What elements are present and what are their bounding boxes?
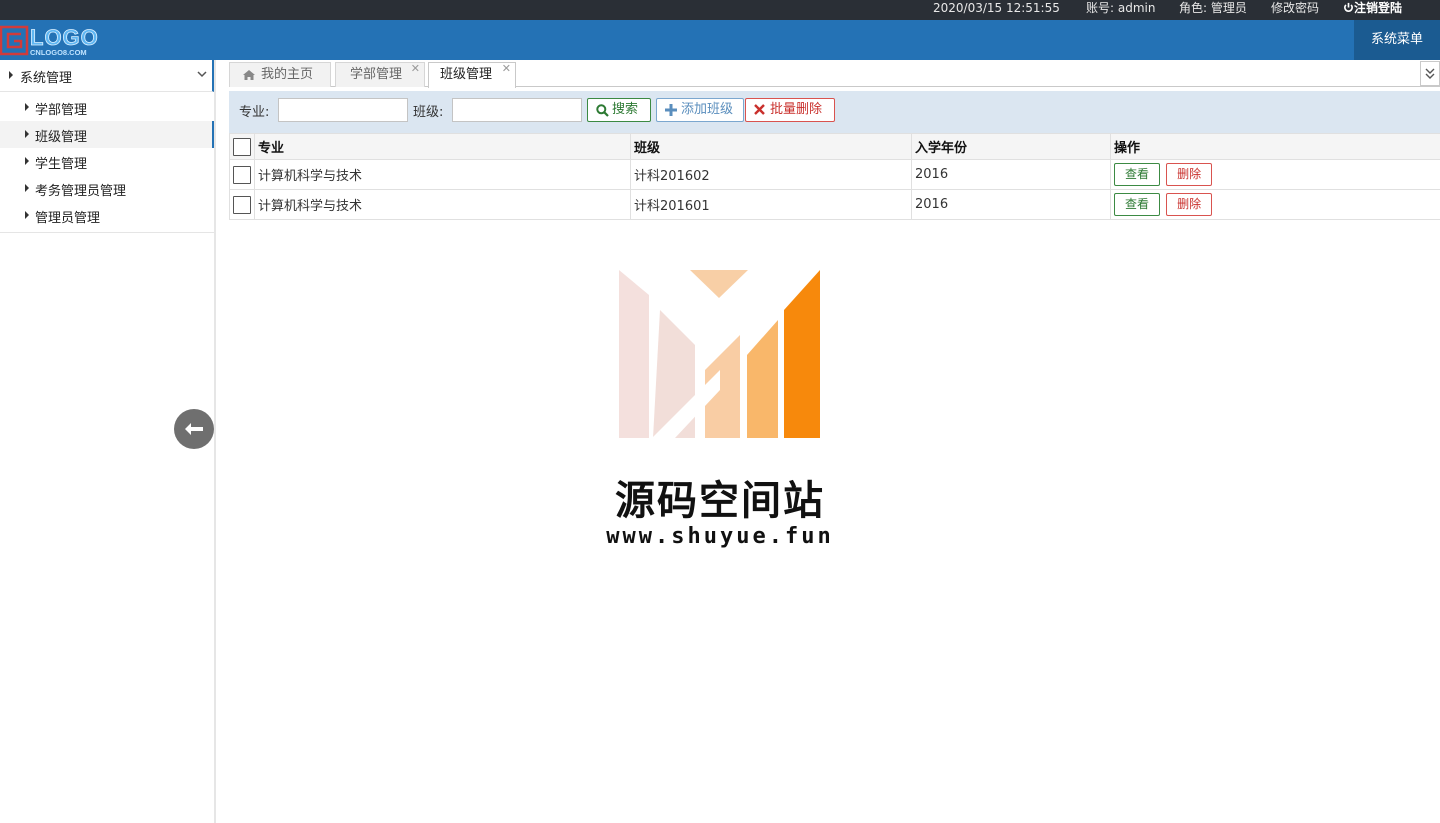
power-icon bbox=[1344, 2, 1353, 12]
times-icon bbox=[754, 104, 765, 115]
cell-actions: 查看 删除 bbox=[1110, 159, 1440, 190]
table-row: 计算机科学与技术 计科201602 2016 查看 删除 bbox=[229, 159, 1440, 190]
search-toolbar: 专业: 班级: 搜索 添加班级 批量删除 bbox=[229, 91, 1440, 133]
cell-class: 计科201601 bbox=[630, 189, 912, 220]
sidebar-item-label: 班级管理 bbox=[35, 130, 88, 145]
sidebar-item-exam-admin[interactable]: 考务管理员管理 bbox=[0, 175, 214, 202]
arrow-left-icon bbox=[185, 423, 203, 435]
sidebar-item-label: 学生管理 bbox=[35, 157, 88, 172]
view-button[interactable]: 查看 bbox=[1114, 163, 1160, 186]
major-label: 专业: bbox=[239, 105, 270, 120]
tab-department[interactable]: 学部管理 ✕ bbox=[335, 62, 425, 87]
select-all-cell bbox=[229, 133, 255, 160]
logo-subtext: CNLOGO8.COM bbox=[30, 48, 87, 57]
close-icon[interactable]: ✕ bbox=[411, 57, 420, 81]
caret-right-icon bbox=[25, 130, 29, 138]
batch-delete-button-label: 批量删除 bbox=[770, 102, 823, 117]
cell-class: 计科201602 bbox=[630, 159, 912, 190]
cell-year: 2016 bbox=[911, 189, 1111, 220]
logout-label: 注销登陆 bbox=[1354, 1, 1403, 15]
home-icon bbox=[243, 70, 255, 80]
sidebar-group-label: 系统管理 bbox=[20, 71, 73, 86]
sidebar-item-label: 管理员管理 bbox=[35, 211, 101, 226]
batch-delete-button[interactable]: 批量删除 bbox=[745, 98, 835, 122]
class-input[interactable] bbox=[452, 98, 582, 122]
tab-label: 班级管理 bbox=[440, 67, 493, 82]
search-button[interactable]: 搜索 bbox=[587, 98, 651, 122]
search-icon bbox=[596, 104, 609, 117]
sidebar-collapse-button[interactable] bbox=[174, 409, 214, 449]
sidebar-group-system[interactable]: 系统管理 bbox=[0, 60, 214, 92]
cell-actions: 查看 删除 bbox=[1110, 189, 1440, 220]
brand-logo: LOGO CNLOGO8.COM bbox=[0, 25, 99, 57]
system-menu-button[interactable]: 系统菜单 bbox=[1354, 20, 1440, 60]
close-icon[interactable]: ✕ bbox=[502, 57, 511, 81]
caret-right-icon bbox=[25, 157, 29, 165]
tab-scroll-button[interactable] bbox=[1420, 61, 1440, 86]
delete-button[interactable]: 删除 bbox=[1166, 163, 1213, 186]
tab-home[interactable]: 我的主页 bbox=[229, 62, 331, 87]
logout-link[interactable]: 注销登陆 bbox=[1343, 0, 1402, 16]
caret-right-icon bbox=[25, 184, 29, 192]
sidebar-item-label: 学部管理 bbox=[35, 103, 88, 118]
sidebar-item-student[interactable]: 学生管理 bbox=[0, 148, 214, 175]
column-header-year[interactable]: 入学年份 bbox=[911, 133, 1111, 160]
column-header-class[interactable]: 班级 bbox=[630, 133, 912, 160]
current-datetime: 2020/03/15 12:51:55 bbox=[933, 1, 1060, 15]
role-info: 角色: 管理员 bbox=[1179, 1, 1247, 15]
top-info-bar: 2020/03/15 12:51:55 账号: admin 角色: 管理员 修改… bbox=[0, 0, 1440, 20]
watermark-url: www.shuyue.fun bbox=[606, 524, 834, 549]
sidebar-item-admin[interactable]: 管理员管理 bbox=[0, 202, 214, 229]
class-table: 专业 班级 入学年份 操作 计算机科学与技术 计科201602 2016 查看 … bbox=[229, 133, 1440, 220]
delete-button[interactable]: 删除 bbox=[1166, 193, 1213, 216]
caret-right-icon bbox=[25, 103, 29, 111]
plus-icon bbox=[665, 104, 677, 116]
logo-text: LOGO bbox=[30, 25, 99, 50]
cell-major: 计算机科学与技术 bbox=[254, 189, 631, 220]
column-header-actions: 操作 bbox=[1110, 133, 1440, 160]
row-checkbox[interactable] bbox=[233, 165, 251, 184]
table-row: 计算机科学与技术 计科201601 2016 查看 删除 bbox=[229, 189, 1440, 220]
double-chevron-down-icon bbox=[1425, 68, 1435, 79]
caret-right-icon bbox=[9, 71, 13, 79]
sidebar-item-class[interactable]: 班级管理 bbox=[0, 121, 214, 148]
select-all-checkbox[interactable] bbox=[233, 137, 251, 156]
change-password-link[interactable]: 修改密码 bbox=[1271, 0, 1319, 16]
add-class-button[interactable]: 添加班级 bbox=[656, 98, 744, 122]
view-button[interactable]: 查看 bbox=[1114, 193, 1160, 216]
tab-label: 我的主页 bbox=[261, 67, 314, 82]
major-input[interactable] bbox=[278, 98, 408, 122]
chevron-down-icon bbox=[197, 71, 207, 78]
add-class-button-label: 添加班级 bbox=[681, 102, 734, 117]
account-info: 账号: admin bbox=[1086, 1, 1156, 15]
table-header-row: 专业 班级 入学年份 操作 bbox=[229, 133, 1440, 160]
row-checkbox[interactable] bbox=[233, 195, 251, 214]
caret-right-icon bbox=[25, 211, 29, 219]
cell-major: 计算机科学与技术 bbox=[254, 159, 631, 190]
sidebar-item-department[interactable]: 学部管理 bbox=[0, 94, 214, 121]
column-header-major[interactable]: 专业 bbox=[254, 133, 631, 160]
app-header: LOGO CNLOGO8.COM 系统菜单 bbox=[0, 20, 1440, 60]
class-label: 班级: bbox=[413, 105, 444, 120]
tab-class[interactable]: 班级管理 ✕ bbox=[428, 62, 516, 88]
cell-year: 2016 bbox=[911, 159, 1111, 190]
search-button-label: 搜索 bbox=[612, 102, 639, 117]
sidebar-menu: 学部管理 班级管理 学生管理 考务管理员管理 管理员管理 bbox=[0, 92, 214, 233]
row-select-cell bbox=[229, 189, 255, 220]
tab-bar: 我的主页 学部管理 ✕ 班级管理 ✕ bbox=[229, 60, 1440, 88]
row-select-cell bbox=[229, 159, 255, 190]
sidebar-item-label: 考务管理员管理 bbox=[35, 184, 127, 199]
tab-label: 学部管理 bbox=[350, 67, 403, 82]
watermark-title: 源码空间站 bbox=[615, 478, 825, 524]
